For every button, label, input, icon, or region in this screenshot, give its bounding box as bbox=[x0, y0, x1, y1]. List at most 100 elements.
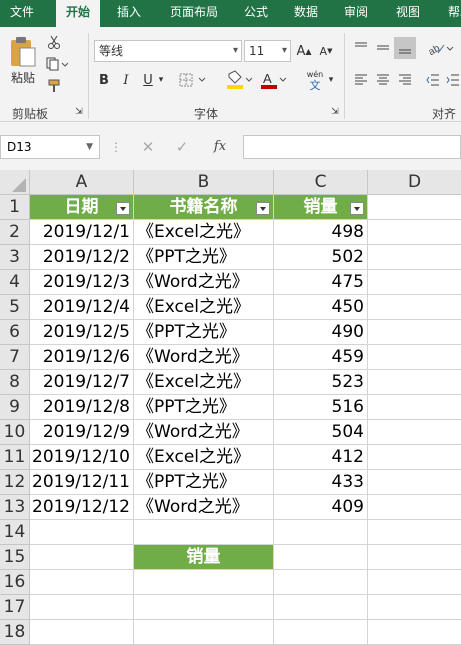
row-header[interactable]: 7 bbox=[0, 345, 30, 370]
empty-cell[interactable] bbox=[30, 620, 134, 645]
filter-dropdown-icon[interactable] bbox=[256, 202, 270, 215]
empty-cell[interactable] bbox=[368, 495, 461, 520]
empty-cell[interactable] bbox=[368, 320, 461, 345]
select-all-corner[interactable] bbox=[0, 170, 30, 195]
align-bottom-icon[interactable] bbox=[394, 37, 416, 59]
row-header[interactable]: 13 bbox=[0, 495, 30, 520]
table-cell[interactable]: 《Excel之光》 bbox=[134, 295, 274, 320]
align-right-icon[interactable] bbox=[396, 71, 414, 89]
orientation-icon[interactable]: ab bbox=[426, 39, 456, 57]
table-cell[interactable]: 412 bbox=[274, 445, 368, 470]
table-cell[interactable]: 2019/12/7 bbox=[30, 370, 134, 395]
filter-dropdown-icon[interactable] bbox=[350, 202, 364, 215]
column-header-a[interactable]: A bbox=[30, 170, 134, 195]
row-header[interactable]: 1 bbox=[0, 195, 30, 220]
table-cell[interactable]: 459 bbox=[274, 345, 368, 370]
table-cell[interactable]: 《Word之光》 bbox=[134, 495, 274, 520]
table-cell[interactable]: 498 bbox=[274, 220, 368, 245]
align-center-icon[interactable] bbox=[374, 71, 392, 89]
font-color-icon[interactable]: A bbox=[258, 69, 288, 91]
grow-font-button[interactable]: A ▲ bbox=[296, 41, 312, 61]
table-cell[interactable]: 433 bbox=[274, 470, 368, 495]
paste-icon[interactable] bbox=[6, 35, 40, 69]
empty-cell[interactable] bbox=[368, 345, 461, 370]
table-cell[interactable]: 2019/12/10 bbox=[30, 445, 134, 470]
empty-cell[interactable] bbox=[274, 570, 368, 595]
table-cell[interactable]: 2019/12/2 bbox=[30, 245, 134, 270]
empty-cell[interactable] bbox=[368, 395, 461, 420]
table-cell[interactable]: 《Word之光》 bbox=[134, 345, 274, 370]
table-cell[interactable]: 《Excel之光》 bbox=[134, 445, 274, 470]
empty-cell[interactable] bbox=[134, 570, 274, 595]
empty-cell[interactable] bbox=[368, 270, 461, 295]
row-header[interactable]: 6 bbox=[0, 320, 30, 345]
insert-function-button[interactable]: fx bbox=[208, 137, 232, 157]
column-header-c[interactable]: C bbox=[274, 170, 368, 195]
formula-input[interactable] bbox=[243, 135, 461, 159]
paste-button[interactable]: 粘贴 bbox=[6, 69, 40, 86]
empty-cell[interactable] bbox=[368, 570, 461, 595]
table-cell[interactable]: 《PPT之光》 bbox=[134, 245, 274, 270]
row-header[interactable]: 14 bbox=[0, 520, 30, 545]
row-header[interactable]: 2 bbox=[0, 220, 30, 245]
table-cell[interactable]: 2019/12/1 bbox=[30, 220, 134, 245]
table-cell[interactable]: 2019/12/3 bbox=[30, 270, 134, 295]
table-cell[interactable]: 《PPT之光》 bbox=[134, 395, 274, 420]
chevron-down-icon[interactable]: ▾ bbox=[156, 71, 166, 89]
empty-cell[interactable] bbox=[368, 220, 461, 245]
column-header-b[interactable]: B bbox=[134, 170, 274, 195]
tab-insert[interactable]: 插入 bbox=[108, 0, 150, 27]
dialog-launcher-icon[interactable]: ⇲ bbox=[74, 107, 84, 117]
borders-icon[interactable] bbox=[176, 71, 212, 89]
row-header[interactable]: 15 bbox=[0, 545, 30, 570]
fill-color-icon[interactable] bbox=[224, 69, 254, 91]
decrease-indent-icon[interactable] bbox=[424, 71, 442, 89]
align-top-icon[interactable] bbox=[352, 39, 370, 57]
empty-cell[interactable] bbox=[368, 245, 461, 270]
row-header[interactable]: 10 bbox=[0, 420, 30, 445]
empty-cell[interactable] bbox=[274, 595, 368, 620]
row-header[interactable]: 16 bbox=[0, 570, 30, 595]
table-cell[interactable]: 2019/12/5 bbox=[30, 320, 134, 345]
format-painter-icon[interactable] bbox=[44, 77, 64, 95]
empty-cell[interactable] bbox=[274, 520, 368, 545]
italic-button[interactable]: I bbox=[118, 71, 134, 89]
row-header[interactable]: 11 bbox=[0, 445, 30, 470]
chevron-down-icon[interactable]: ▾ bbox=[326, 71, 336, 89]
table-cell[interactable]: 2019/12/12 bbox=[30, 495, 134, 520]
empty-cell[interactable] bbox=[368, 470, 461, 495]
table-header-cell[interactable]: 日期 bbox=[30, 195, 134, 220]
table-cell[interactable]: 504 bbox=[274, 420, 368, 445]
copy-icon[interactable] bbox=[44, 55, 70, 73]
empty-cell[interactable] bbox=[368, 520, 461, 545]
empty-cell[interactable] bbox=[30, 545, 134, 570]
empty-cell[interactable] bbox=[368, 370, 461, 395]
row-header[interactable]: 9 bbox=[0, 395, 30, 420]
column-header-d[interactable]: D bbox=[368, 170, 461, 195]
underline-button[interactable]: U bbox=[140, 71, 156, 89]
summary-label-cell[interactable]: 销量 bbox=[134, 545, 274, 570]
table-cell[interactable]: 《Word之光》 bbox=[134, 420, 274, 445]
tab-help[interactable]: 帮助 bbox=[440, 0, 461, 27]
table-cell[interactable]: 《Word之光》 bbox=[134, 270, 274, 295]
table-cell[interactable]: 2019/12/11 bbox=[30, 470, 134, 495]
empty-cell[interactable] bbox=[30, 595, 134, 620]
empty-cell[interactable] bbox=[368, 195, 461, 220]
empty-cell[interactable] bbox=[30, 570, 134, 595]
table-cell[interactable]: 409 bbox=[274, 495, 368, 520]
table-header-cell[interactable]: 销量 bbox=[274, 195, 368, 220]
empty-cell[interactable] bbox=[134, 520, 274, 545]
row-header[interactable]: 12 bbox=[0, 470, 30, 495]
tab-page-layout[interactable]: 页面布局 bbox=[160, 0, 228, 27]
table-cell[interactable]: 2019/12/6 bbox=[30, 345, 134, 370]
table-cell[interactable]: 450 bbox=[274, 295, 368, 320]
bold-button[interactable]: B bbox=[96, 71, 112, 89]
table-cell[interactable]: 《PPT之光》 bbox=[134, 470, 274, 495]
align-left-icon[interactable] bbox=[352, 71, 370, 89]
table-cell[interactable]: 516 bbox=[274, 395, 368, 420]
empty-cell[interactable] bbox=[30, 520, 134, 545]
row-header[interactable]: 4 bbox=[0, 270, 30, 295]
font-name-select[interactable]: 等线 ▾ bbox=[94, 40, 242, 62]
tab-view[interactable]: 视图 bbox=[388, 0, 428, 27]
table-cell[interactable]: 2019/12/8 bbox=[30, 395, 134, 420]
